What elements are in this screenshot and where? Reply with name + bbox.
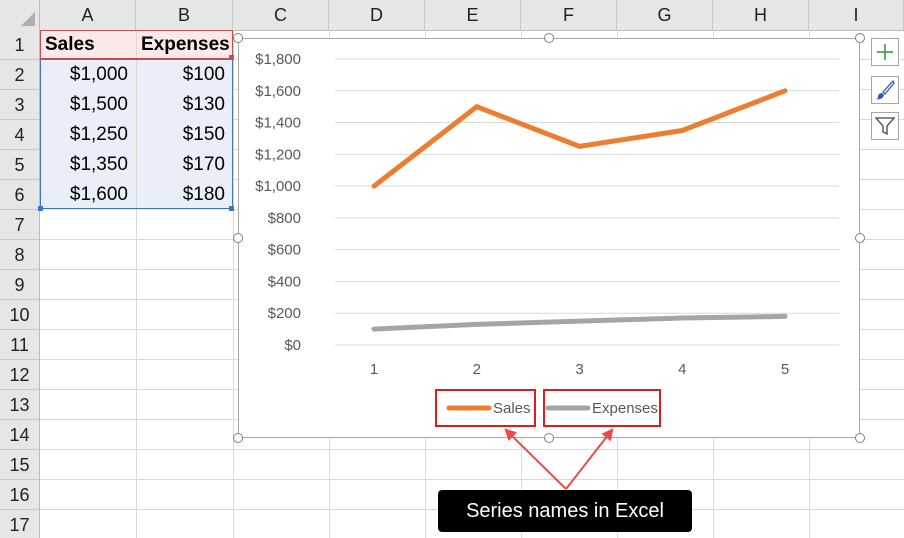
x-tick-label: 1 bbox=[370, 361, 378, 378]
series-line-sales bbox=[371, 88, 788, 189]
row-header-13[interactable]: 13 bbox=[0, 390, 40, 420]
chart-resize-handle[interactable] bbox=[855, 233, 865, 243]
excel-window: A B C D E F G H I 1 2 3 4 5 6 7 8 9 10 1… bbox=[0, 0, 904, 538]
column-header-c[interactable]: C bbox=[233, 0, 329, 30]
filter-icon bbox=[874, 117, 896, 136]
row-header-1[interactable]: 1 bbox=[0, 30, 40, 60]
cell-b6[interactable]: $180 bbox=[137, 180, 233, 210]
row-header-8[interactable]: 8 bbox=[0, 240, 40, 270]
chart-plot: $0 $200 $400 $600 $800 $1,000 $1,200 $1,400 $1,6… bbox=[255, 51, 839, 417]
chart-resize-handle[interactable] bbox=[544, 33, 554, 43]
arrow-to-expenses bbox=[565, 428, 614, 490]
x-tick-label: 2 bbox=[473, 361, 481, 378]
arrow-to-sales bbox=[504, 428, 567, 490]
chart-resize-handle[interactable] bbox=[233, 233, 243, 243]
y-tick-label: $400 bbox=[268, 273, 301, 290]
row-header-6[interactable]: 6 bbox=[0, 180, 40, 210]
row-header-5[interactable]: 5 bbox=[0, 150, 40, 180]
row-header-14[interactable]: 14 bbox=[0, 420, 40, 450]
row-header-9[interactable]: 9 bbox=[0, 270, 40, 300]
column-header-d[interactable]: D bbox=[329, 0, 425, 30]
row-header-3[interactable]: 3 bbox=[0, 90, 40, 120]
plus-icon bbox=[877, 44, 893, 60]
legend-expenses-highlight-box bbox=[543, 389, 661, 427]
y-tick-label: $1,400 bbox=[255, 115, 301, 132]
chart-resize-handle[interactable] bbox=[544, 433, 554, 443]
x-tick-label: 5 bbox=[781, 361, 789, 378]
row-header-11[interactable]: 11 bbox=[0, 330, 40, 360]
chart-resize-handle[interactable] bbox=[855, 33, 865, 43]
paintbrush-icon bbox=[876, 79, 895, 100]
chart-resize-handle[interactable] bbox=[855, 433, 865, 443]
cell-a5[interactable]: $1,350 bbox=[41, 150, 136, 180]
row-header-10[interactable]: 10 bbox=[0, 300, 40, 330]
column-header-bar: A B C D E F G H I bbox=[0, 0, 904, 31]
chart-resize-handle[interactable] bbox=[233, 433, 243, 443]
select-all-corner[interactable] bbox=[0, 0, 40, 30]
corner-triangle-icon bbox=[21, 12, 35, 26]
column-header-f[interactable]: F bbox=[521, 0, 617, 30]
range-resize-handle[interactable] bbox=[229, 206, 234, 211]
grid-line bbox=[233, 30, 234, 538]
y-tick-label: $1,200 bbox=[255, 146, 301, 163]
x-tick-label: 3 bbox=[575, 361, 583, 378]
column-header-b[interactable]: B bbox=[136, 0, 233, 30]
cell-a4[interactable]: $1,250 bbox=[41, 120, 136, 150]
y-tick-label: $1,000 bbox=[255, 178, 301, 195]
line-chart[interactable]: $0 $200 $400 $600 $800 $1,000 $1,200 $1,400 $1,6… bbox=[238, 38, 860, 438]
range-resize-handle[interactable] bbox=[229, 55, 234, 60]
cell-a6[interactable]: $1,600 bbox=[41, 180, 136, 210]
y-tick-label: $600 bbox=[268, 242, 301, 259]
column-header-e[interactable]: E bbox=[425, 0, 521, 30]
cell-a3[interactable]: $1,500 bbox=[41, 90, 136, 120]
row-header-15[interactable]: 15 bbox=[0, 450, 40, 480]
cell-b4[interactable]: $150 bbox=[137, 120, 233, 150]
cell-a2[interactable]: $1,000 bbox=[41, 60, 136, 90]
cell-b2[interactable]: $100 bbox=[137, 60, 233, 90]
y-tick-label: $1,800 bbox=[255, 51, 301, 68]
column-header-a[interactable]: A bbox=[40, 0, 136, 30]
cell-b5[interactable]: $170 bbox=[137, 150, 233, 180]
row-header-17[interactable]: 17 bbox=[0, 510, 40, 538]
cell-a1[interactable]: Sales bbox=[41, 30, 136, 60]
range-resize-handle[interactable] bbox=[38, 206, 43, 211]
row-header-12[interactable]: 12 bbox=[0, 360, 40, 390]
row-header-7[interactable]: 7 bbox=[0, 210, 40, 240]
grid-line bbox=[40, 449, 904, 450]
row-header-16[interactable]: 16 bbox=[0, 480, 40, 510]
callout-label: Series names in Excel bbox=[438, 490, 692, 532]
row-header-4[interactable]: 4 bbox=[0, 120, 40, 150]
series-line-expenses bbox=[371, 313, 788, 332]
chart-elements-button[interactable] bbox=[871, 38, 899, 66]
column-header-i[interactable]: I bbox=[809, 0, 904, 30]
grid-line bbox=[40, 479, 904, 480]
cell-b1[interactable]: Expenses bbox=[137, 30, 233, 60]
y-tick-label: $1,600 bbox=[255, 83, 301, 100]
chart-resize-handle[interactable] bbox=[233, 33, 243, 43]
y-tick-label: $0 bbox=[284, 337, 301, 354]
chart-styles-button[interactable] bbox=[871, 76, 899, 104]
legend-sales-highlight-box bbox=[435, 389, 536, 427]
row-header-2[interactable]: 2 bbox=[0, 60, 40, 90]
chart-filters-button[interactable] bbox=[871, 112, 899, 140]
y-tick-label: $800 bbox=[268, 210, 301, 227]
x-tick-label: 4 bbox=[678, 361, 686, 378]
y-tick-label: $200 bbox=[268, 305, 301, 322]
cell-b3[interactable]: $130 bbox=[137, 90, 233, 120]
column-header-g[interactable]: G bbox=[617, 0, 713, 30]
column-header-h[interactable]: H bbox=[713, 0, 809, 30]
